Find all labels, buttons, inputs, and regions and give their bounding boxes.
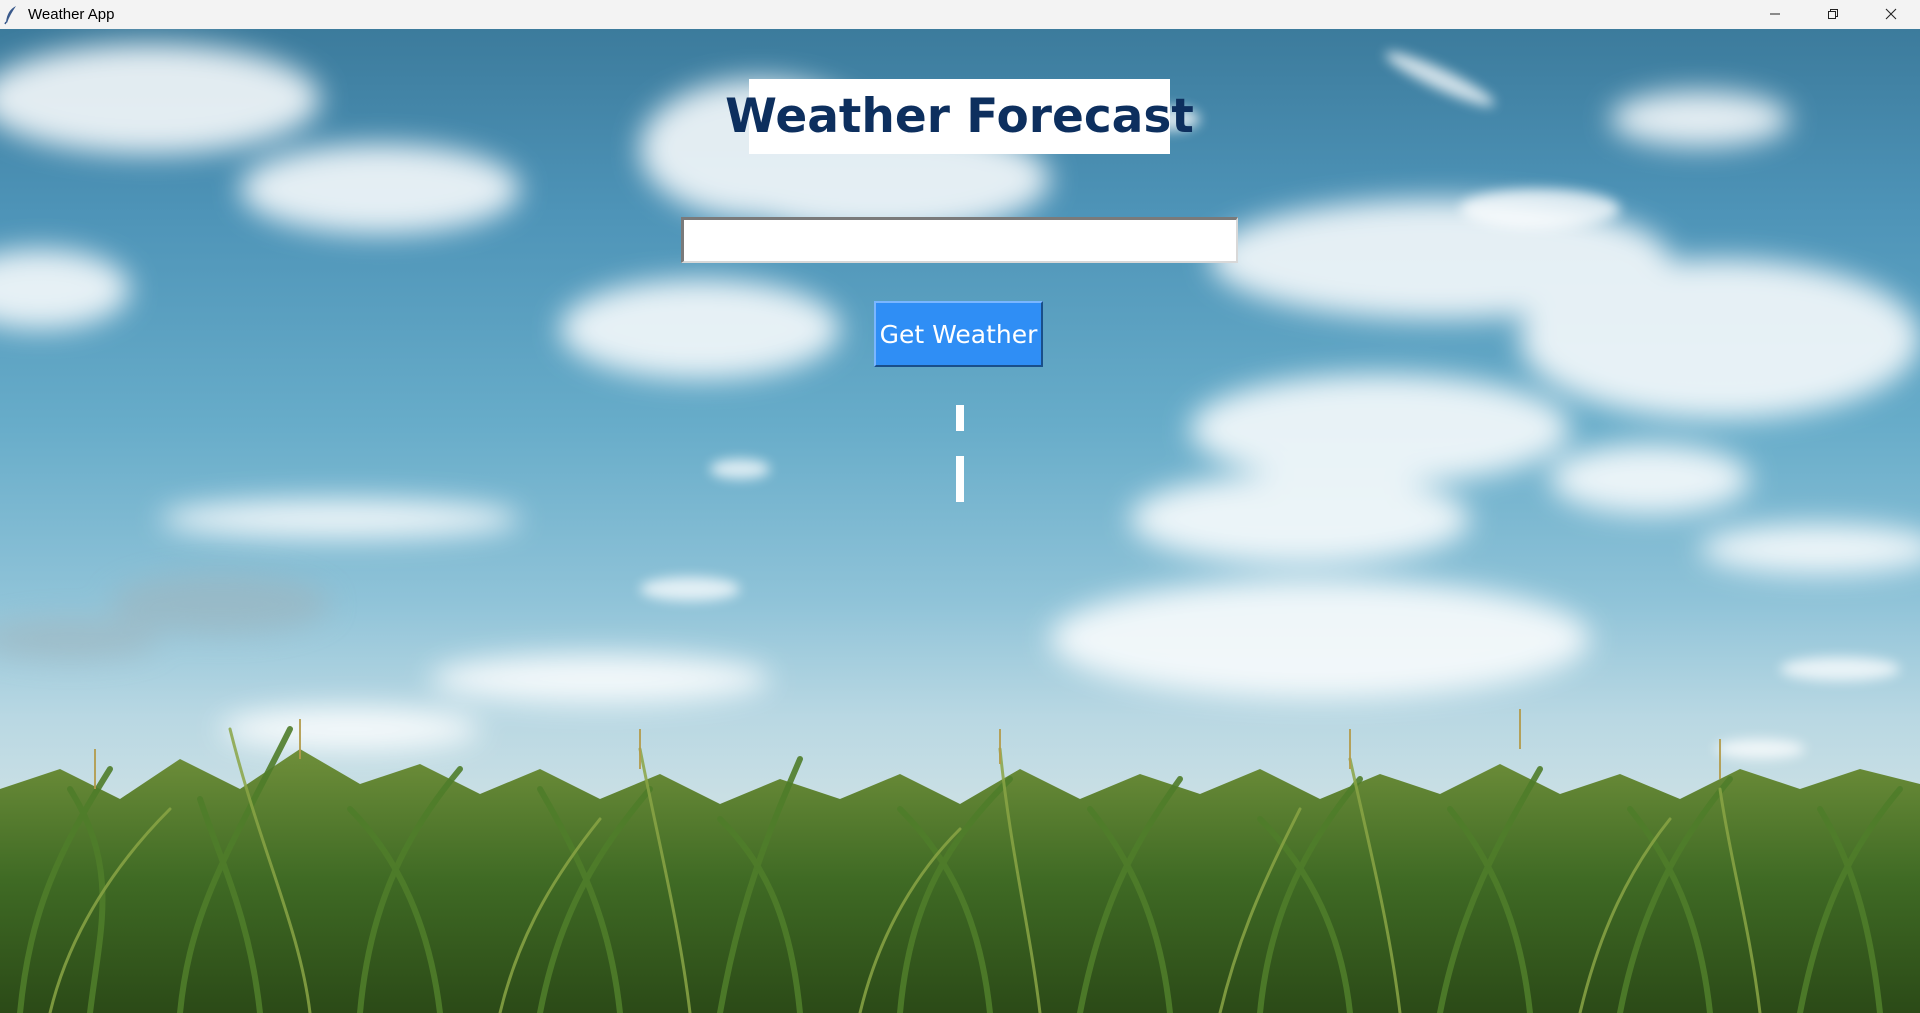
page-title: Weather Forecast [725,89,1194,144]
title-bar[interactable]: Weather App [0,0,1920,29]
app-window: Weather App Weather Forecast Get Weather [0,0,1920,1013]
minimize-icon [1769,5,1781,24]
city-input[interactable] [681,217,1238,263]
feather-icon [0,0,22,29]
get-weather-button[interactable]: Get Weather [874,301,1043,367]
window-controls [1746,0,1920,29]
close-icon [1885,5,1897,24]
close-button[interactable] [1862,0,1920,29]
temperature-label [956,405,964,431]
window-title: Weather App [28,6,115,23]
heading-box: Weather Forecast [725,79,1194,154]
content-area: Weather Forecast Get Weather [0,29,1920,1013]
restore-button[interactable] [1804,0,1862,29]
background-cornfield [0,709,1920,1013]
minimize-button[interactable] [1746,0,1804,29]
description-label [956,456,964,502]
get-weather-label: Get Weather [879,319,1038,349]
restore-icon [1827,5,1839,24]
